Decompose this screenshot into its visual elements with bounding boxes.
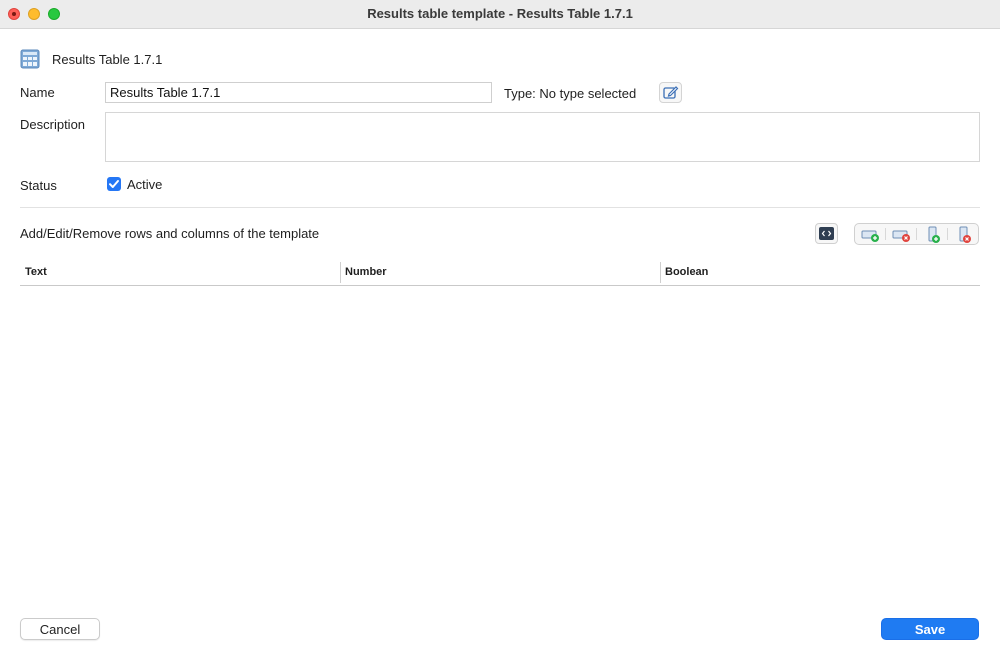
remove-column-button[interactable] [948, 224, 979, 244]
cancel-button[interactable]: Cancel [20, 618, 100, 640]
add-row-button[interactable] [855, 224, 886, 244]
checkmark-icon [109, 180, 119, 188]
remove-row-button[interactable] [886, 224, 917, 244]
description-label: Description [20, 117, 86, 132]
template-table-header: Text Number Boolean [20, 261, 980, 286]
row-column-toolbar [854, 223, 979, 245]
remove-row-icon [892, 230, 910, 242]
remove-column-icon [959, 226, 971, 243]
add-row-icon [861, 230, 879, 242]
section-divider [20, 207, 980, 208]
template-heading: Results Table 1.7.1 [52, 52, 163, 67]
template-section-label: Add/Edit/Remove rows and columns of the … [20, 226, 320, 241]
add-column-icon [928, 226, 940, 243]
description-field[interactable] [105, 112, 980, 162]
calculator-table-icon [20, 49, 40, 69]
active-checkbox[interactable] [107, 177, 121, 191]
name-label: Name [20, 85, 55, 100]
save-button[interactable]: Save [881, 618, 979, 640]
edit-icon [663, 86, 679, 99]
column-header-text[interactable]: Text [20, 261, 340, 285]
edit-type-button[interactable] [659, 82, 682, 103]
edit-code-button[interactable] [815, 223, 838, 244]
code-icon [819, 227, 834, 240]
name-field[interactable] [105, 82, 492, 103]
add-column-button[interactable] [917, 224, 948, 244]
window-title: Results table template - Results Table 1… [367, 6, 633, 21]
column-header-boolean[interactable]: Boolean [660, 261, 980, 285]
column-header-number[interactable]: Number [340, 261, 660, 285]
status-label: Status [20, 178, 57, 193]
type-label: Type: No type selected [504, 86, 637, 101]
active-label: Active [127, 177, 163, 192]
window-titlebar: Results table template - Results Table 1… [0, 0, 1000, 29]
